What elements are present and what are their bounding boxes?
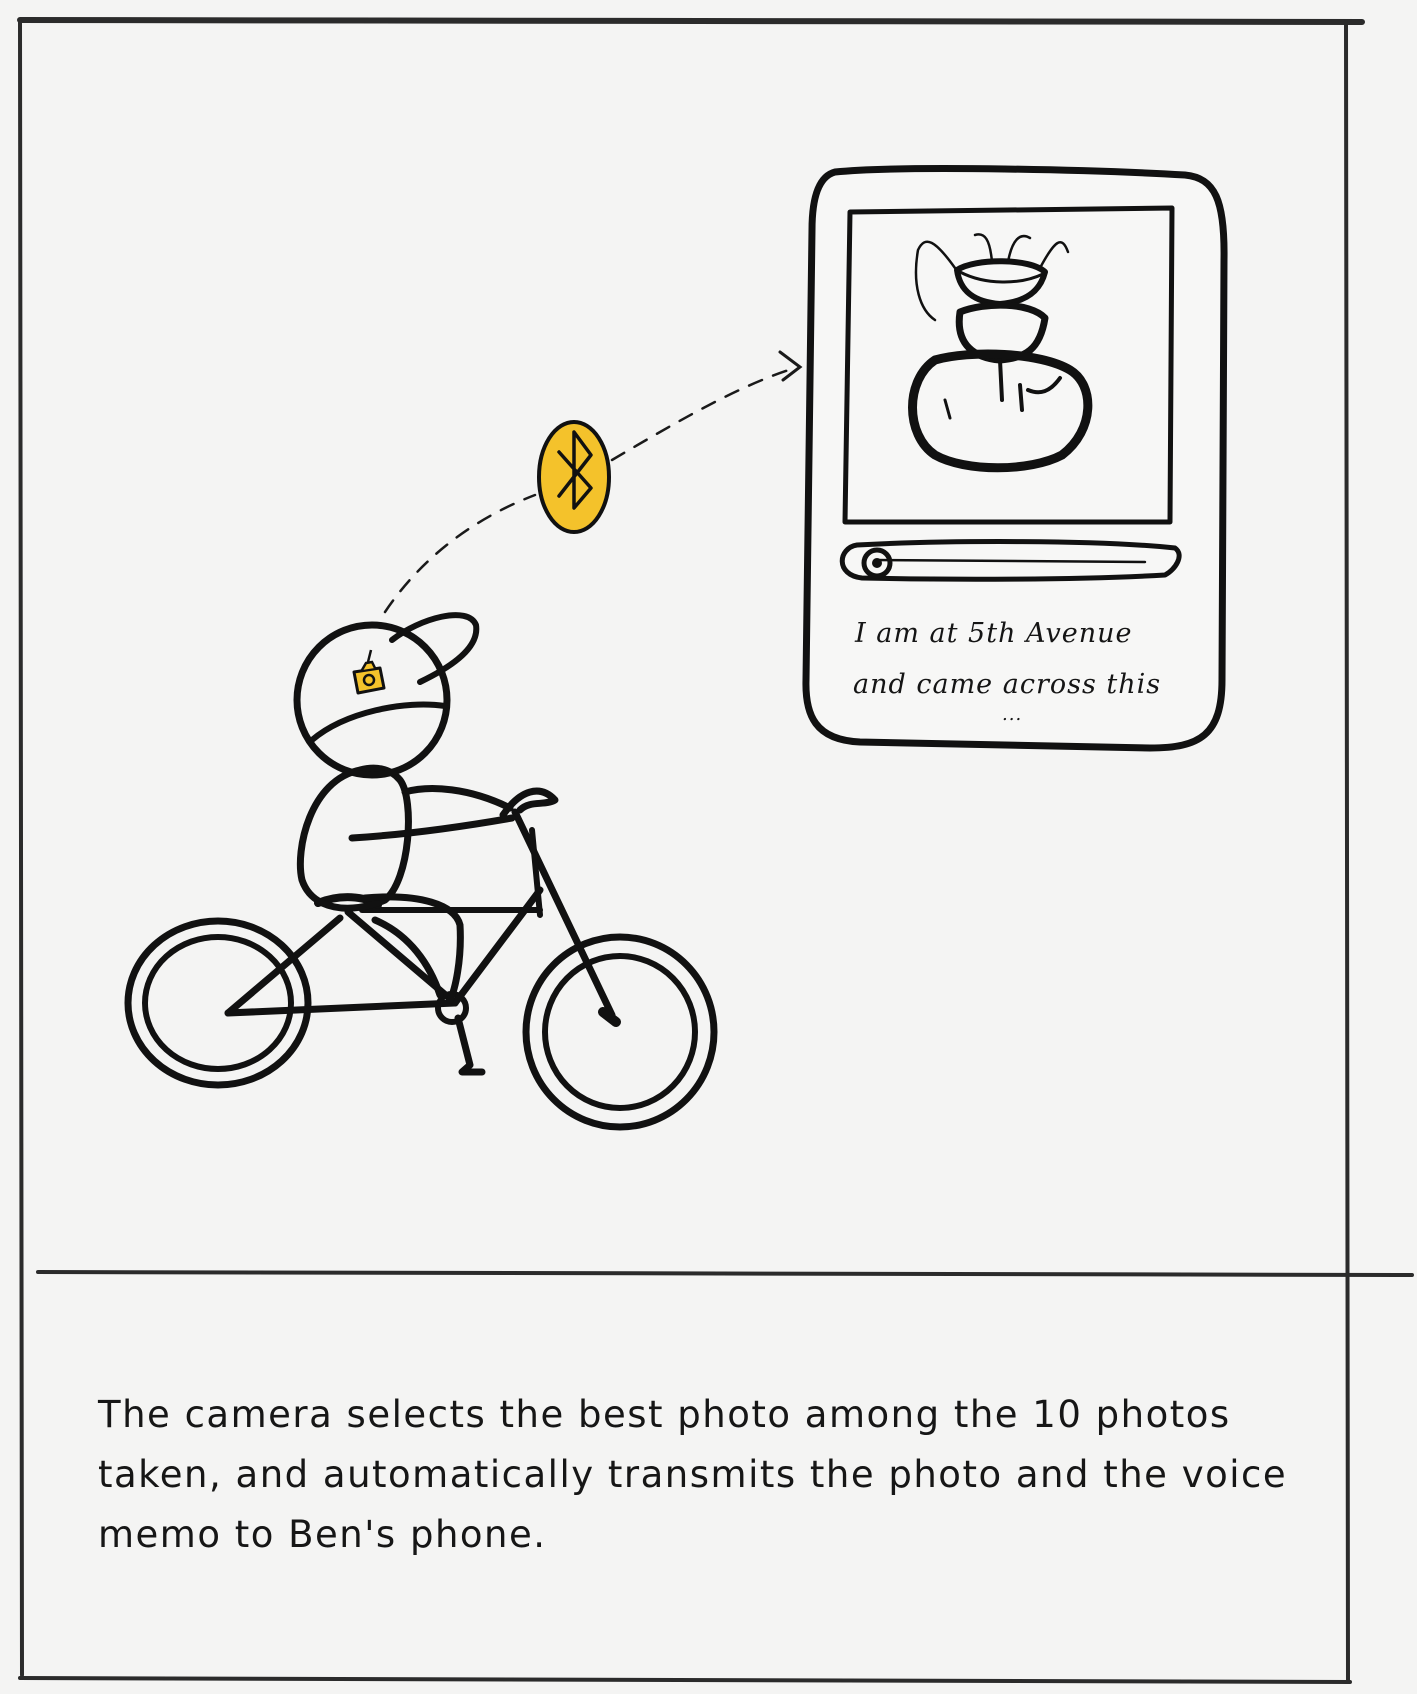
storyboard-caption: The camera selects the best photo among … (98, 1393, 1288, 1556)
storyboard-panel: I am at 5th Avenue and came across this … (0, 0, 1417, 1694)
bluetooth-icon (537, 420, 611, 534)
camera-icon (352, 649, 386, 695)
arrow-head (778, 350, 803, 382)
phone-message-line2: and came across this (853, 669, 1161, 700)
phone-message-ellipsis: ... (1002, 704, 1022, 725)
stick-figure-rider (293, 612, 516, 1004)
phone-message-line1: I am at 5th Avenue (854, 618, 1132, 649)
phone: I am at 5th Avenue and came across this … (802, 165, 1228, 752)
